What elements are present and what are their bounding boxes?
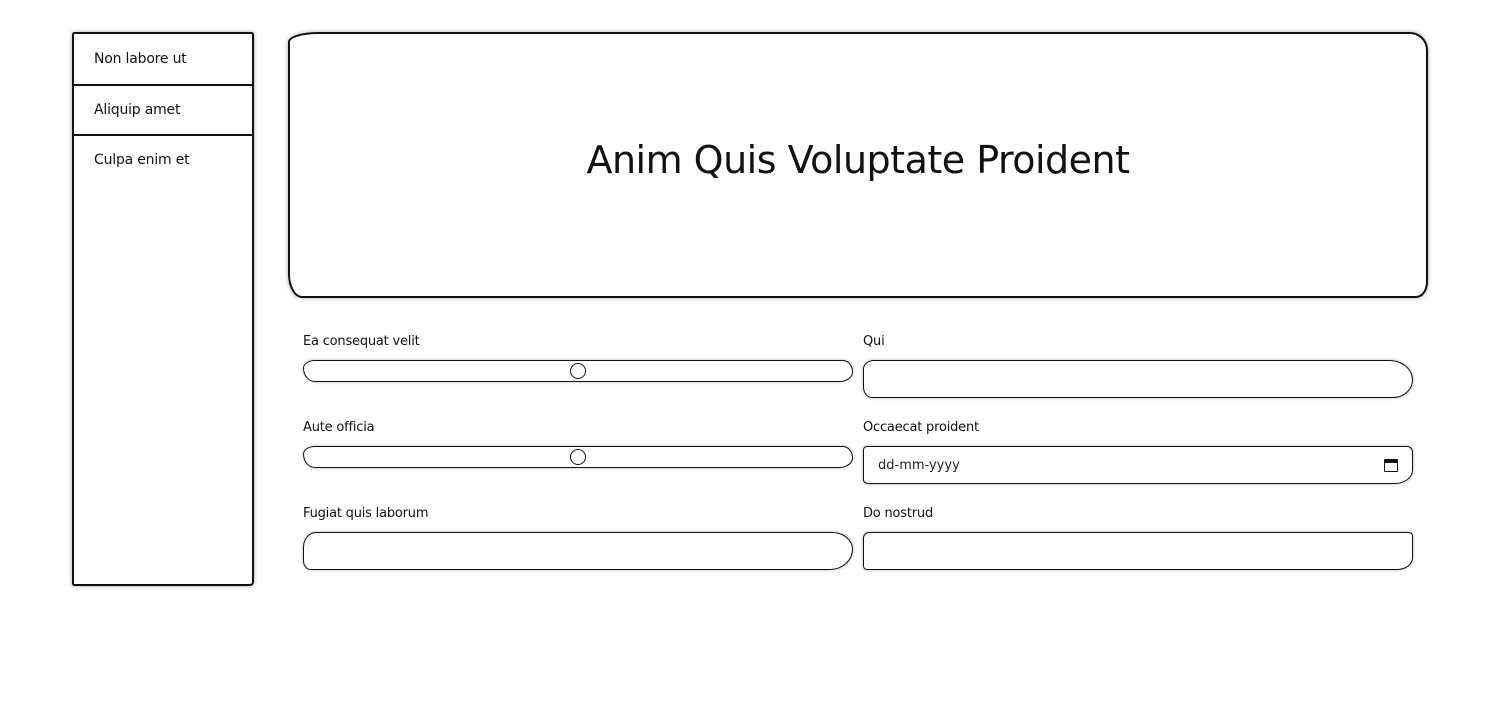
field-aute-officia: Aute officia <box>303 416 853 502</box>
fugiat-quis-laborum-input[interactable] <box>303 532 853 570</box>
occaecat-proident-date-input[interactable]: dd-mm-yyyy <box>863 446 1413 484</box>
field-occaecat-proident: Occaecat proident dd-mm-yyyy <box>863 416 1413 502</box>
field-ea-consequat-velit: Ea consequat velit <box>303 330 853 416</box>
sidebar-item-label: Non labore ut <box>94 51 187 67</box>
field-do-nostrud: Do nostrud <box>863 502 1413 588</box>
field-label: Ea consequat velit <box>303 334 420 349</box>
sidebar-item-label: Culpa enim et <box>94 152 190 168</box>
sidebar-item-label: Aliquip amet <box>94 102 181 118</box>
sidebar-item-non-labore-ut[interactable]: Non labore ut <box>74 34 252 84</box>
date-placeholder: dd-mm-yyyy <box>878 457 960 473</box>
calendar-icon[interactable] <box>1384 458 1398 472</box>
page-title: Anim Quis Voluptate Proident <box>586 138 1130 182</box>
sidebar-item-culpa-enim-et[interactable]: Culpa enim et <box>74 134 252 184</box>
sidebar-item-aliquip-amet[interactable]: Aliquip amet <box>74 84 252 134</box>
ea-consequat-velit-slider[interactable] <box>303 360 853 382</box>
field-fugiat-quis-laborum: Fugiat quis laborum <box>303 502 853 588</box>
aute-officia-slider[interactable] <box>303 446 853 468</box>
slider-thumb[interactable] <box>570 449 586 465</box>
do-nostrud-input[interactable] <box>863 532 1413 570</box>
hero-banner: Anim Quis Voluptate Proident <box>288 32 1428 298</box>
field-label: Do nostrud <box>863 506 933 521</box>
form: Ea consequat velit Qui Aute officia Occa… <box>303 330 1413 588</box>
qui-input[interactable] <box>863 360 1413 398</box>
field-qui: Qui <box>863 330 1413 416</box>
field-label: Qui <box>863 334 885 349</box>
slider-thumb[interactable] <box>570 363 586 379</box>
field-label: Fugiat quis laborum <box>303 506 429 521</box>
sidebar: Non labore ut Aliquip amet Culpa enim et <box>72 32 254 586</box>
field-label: Aute officia <box>303 420 375 435</box>
field-label: Occaecat proident <box>863 420 979 435</box>
